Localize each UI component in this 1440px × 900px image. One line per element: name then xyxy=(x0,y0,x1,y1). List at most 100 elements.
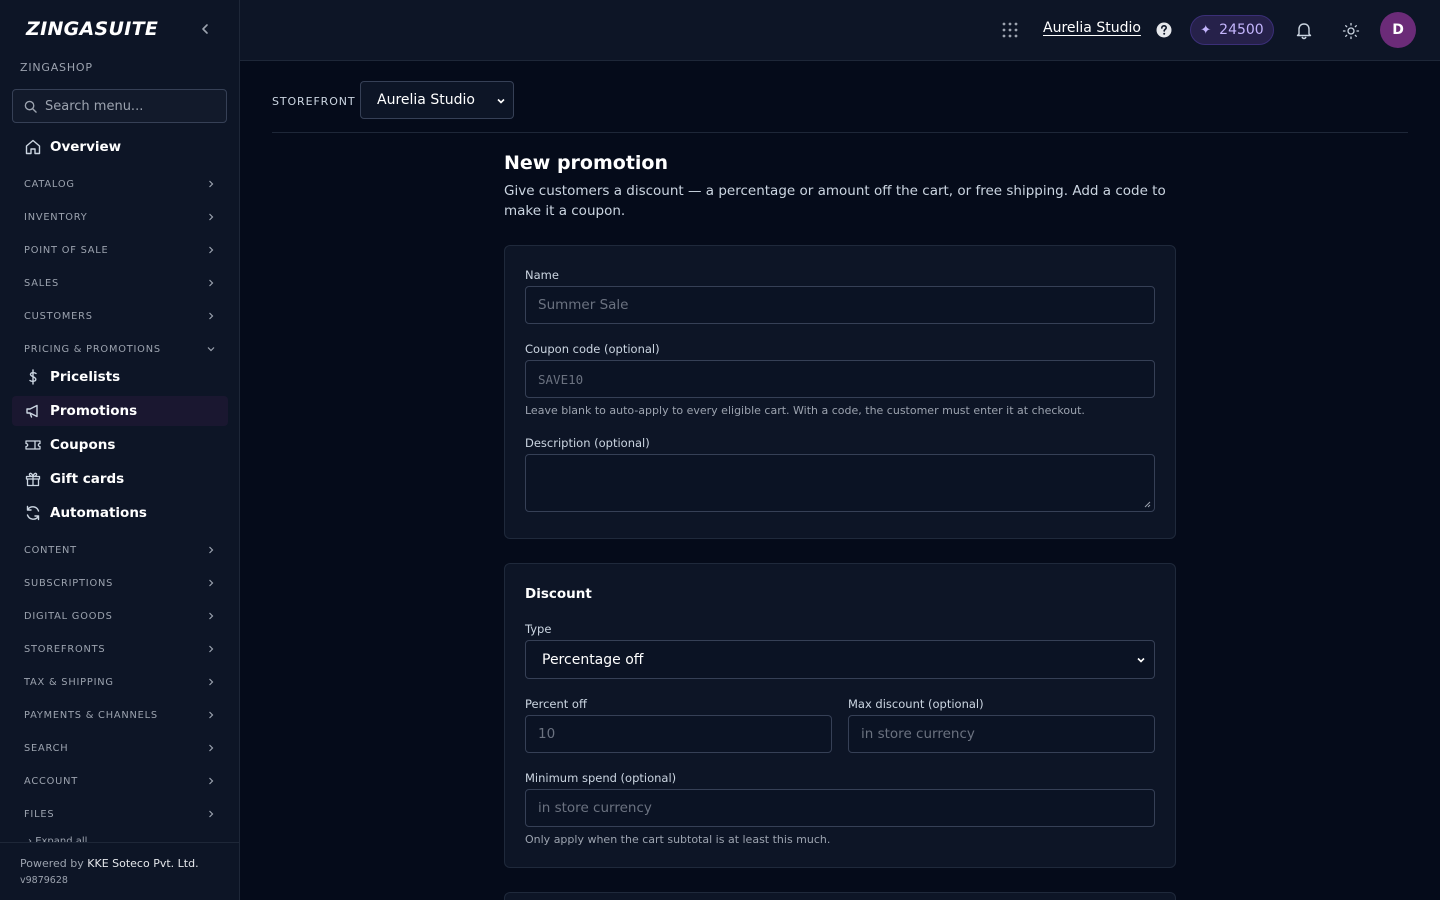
chevron-right-icon xyxy=(209,312,214,320)
sidebar-group-label: FILES xyxy=(24,808,55,820)
sidebar-item-label: Automations xyxy=(50,505,147,521)
sidebar-group-label: INVENTORY xyxy=(24,211,88,223)
sidebar-item-label: Coupons xyxy=(50,437,116,453)
sidebar-group-label: STOREFRONTS xyxy=(24,643,106,655)
percent-off-label: Percent off xyxy=(525,697,587,711)
store-switcher-link[interactable]: Aurelia Studio xyxy=(1043,20,1141,36)
chevron-right-icon xyxy=(209,678,214,686)
chevron-right-icon xyxy=(209,777,214,785)
sidebar-item-promotions[interactable]: Promotions xyxy=(12,396,228,426)
user-avatar[interactable]: D xyxy=(1380,12,1416,48)
chevron-right-icon xyxy=(209,744,214,752)
name-label: Name xyxy=(525,268,559,282)
sidebar-group-label: PRICING & PROMOTIONS xyxy=(24,343,161,355)
sidebar-group-storefronts[interactable]: STOREFRONTS xyxy=(24,639,216,659)
chevron-right-icon xyxy=(209,279,214,287)
sidebar-group-sales[interactable]: SALES xyxy=(24,273,216,293)
sidebar-group-label: CUSTOMERS xyxy=(24,310,93,322)
chevron-right-icon xyxy=(209,645,214,653)
search-menu-input[interactable] xyxy=(45,90,221,122)
sidebar-group-catalog[interactable]: CATALOG xyxy=(24,174,216,194)
credits-count: 24500 xyxy=(1219,22,1264,38)
chevron-down-icon xyxy=(1137,657,1145,663)
coupon-code-help: Leave blank to auto-apply to every eligi… xyxy=(525,404,1085,417)
credits-badge[interactable]: ✦ 24500 xyxy=(1190,15,1274,45)
dollar-icon xyxy=(24,368,42,386)
sidebar-item-label: Gift cards xyxy=(50,471,125,487)
sidebar-item-automations[interactable]: Automations xyxy=(12,498,228,528)
sidebar-item-label: Promotions xyxy=(50,403,138,419)
chevron-right-icon xyxy=(209,810,214,818)
discount-type-select[interactable]: Percentage off xyxy=(525,640,1155,679)
sidebar-group-account[interactable]: ACCOUNT xyxy=(24,771,216,791)
sidebar-group-label: SEARCH xyxy=(24,742,69,754)
sidebar-group-label: SUBSCRIPTIONS xyxy=(24,577,114,589)
sidebar-group-inventory[interactable]: INVENTORY xyxy=(24,207,216,227)
notifications-bell-icon[interactable] xyxy=(1294,20,1314,40)
sidebar-item-overview[interactable]: Overview xyxy=(14,134,228,160)
topbar: Aurelia Studio ✦ 24500 D xyxy=(240,0,1440,61)
sidebar-item-label: Pricelists xyxy=(50,369,121,385)
page-description: Give customers a discount — a percentage… xyxy=(504,183,1166,219)
sidebar-group-subscriptions[interactable]: SUBSCRIPTIONS xyxy=(24,573,216,593)
collapse-sidebar-button[interactable] xyxy=(196,20,214,38)
brand-logo: ZINGASUITE xyxy=(26,18,159,40)
sparkle-icon: ✦ xyxy=(1200,22,1212,38)
chevron-right-icon xyxy=(209,546,214,554)
help-icon[interactable] xyxy=(1155,21,1173,39)
next-section-card xyxy=(504,892,1176,900)
chevron-right-icon xyxy=(209,711,214,719)
storefront-label: STOREFRONT xyxy=(272,95,356,108)
sidebar-group-files[interactable]: FILES xyxy=(24,804,216,824)
discount-heading: Discount xyxy=(525,586,592,602)
storefront-select[interactable]: Aurelia Studio xyxy=(360,81,514,119)
coupon-code-label: Coupon code (optional) xyxy=(525,342,660,356)
max-discount-input[interactable] xyxy=(848,715,1155,753)
chevron-right-icon xyxy=(209,579,214,587)
description-textarea[interactable] xyxy=(525,454,1155,512)
theme-toggle-sun-icon[interactable] xyxy=(1342,22,1360,40)
app-version: v9879628 xyxy=(20,875,68,886)
sidebar-item-pricelists[interactable]: Pricelists xyxy=(12,362,228,392)
chevron-right-icon xyxy=(209,246,214,254)
gift-icon xyxy=(24,470,42,488)
sidebar-group-search[interactable]: SEARCH xyxy=(24,738,216,758)
home-icon xyxy=(24,138,42,156)
minimum-spend-help: Only apply when the cart subtotal is at … xyxy=(525,833,831,846)
powered-by: Powered by KKE Soteco Pvt. Ltd. xyxy=(20,857,199,870)
sidebar-group-content[interactable]: CONTENT xyxy=(24,540,216,560)
minimum-spend-input[interactable] xyxy=(525,789,1155,827)
sidebar-group-digital-goods[interactable]: DIGITAL GOODS xyxy=(24,606,216,626)
sidebar-item-gift-cards[interactable]: Gift cards xyxy=(12,464,228,494)
workspace-name: ZINGASHOP xyxy=(20,61,93,74)
resize-grip-icon[interactable] xyxy=(1143,500,1151,508)
max-discount-label: Max discount (optional) xyxy=(848,697,984,711)
sidebar-group-payments-channels[interactable]: PAYMENTS & CHANNELS xyxy=(24,705,216,725)
sidebar-group-tax-shipping[interactable]: TAX & SHIPPING xyxy=(24,672,216,692)
sidebar-group-customers[interactable]: CUSTOMERS xyxy=(24,306,216,326)
sidebar-footer: Powered by KKE Soteco Pvt. Ltd. v9879628 xyxy=(0,842,239,900)
chevron-down-icon xyxy=(497,98,505,104)
apps-grid-icon[interactable] xyxy=(1001,21,1019,39)
name-input[interactable] xyxy=(525,286,1155,324)
coupon-code-input[interactable] xyxy=(525,360,1155,398)
refresh-icon xyxy=(24,504,42,522)
minimum-spend-label: Minimum spend (optional) xyxy=(525,771,677,785)
sidebar-group-label: TAX & SHIPPING xyxy=(24,676,114,688)
chevron-right-icon xyxy=(209,180,214,188)
sidebar-search xyxy=(12,89,227,123)
chevron-left-icon xyxy=(202,24,208,34)
company-name: KKE Soteco Pvt. Ltd. xyxy=(87,857,199,870)
discount-type-value: Percentage off xyxy=(542,651,644,668)
sidebar-group-label: ACCOUNT xyxy=(24,775,79,787)
sidebar-group-label: CATALOG xyxy=(24,178,75,190)
page-title: New promotion xyxy=(504,152,669,174)
megaphone-icon xyxy=(24,402,42,420)
sidebar-group-point-of-sale[interactable]: POINT OF SALE xyxy=(24,240,216,260)
promotion-details-card: Name Coupon code (optional) Leave blank … xyxy=(504,245,1176,539)
discount-type-label: Type xyxy=(525,622,552,636)
sidebar-group-pricing-promotions[interactable]: PRICING & PROMOTIONS xyxy=(24,339,216,359)
sidebar-item-coupons[interactable]: Coupons xyxy=(12,430,228,460)
sidebar-group-label: POINT OF SALE xyxy=(24,244,109,256)
percent-off-input[interactable] xyxy=(525,715,832,753)
